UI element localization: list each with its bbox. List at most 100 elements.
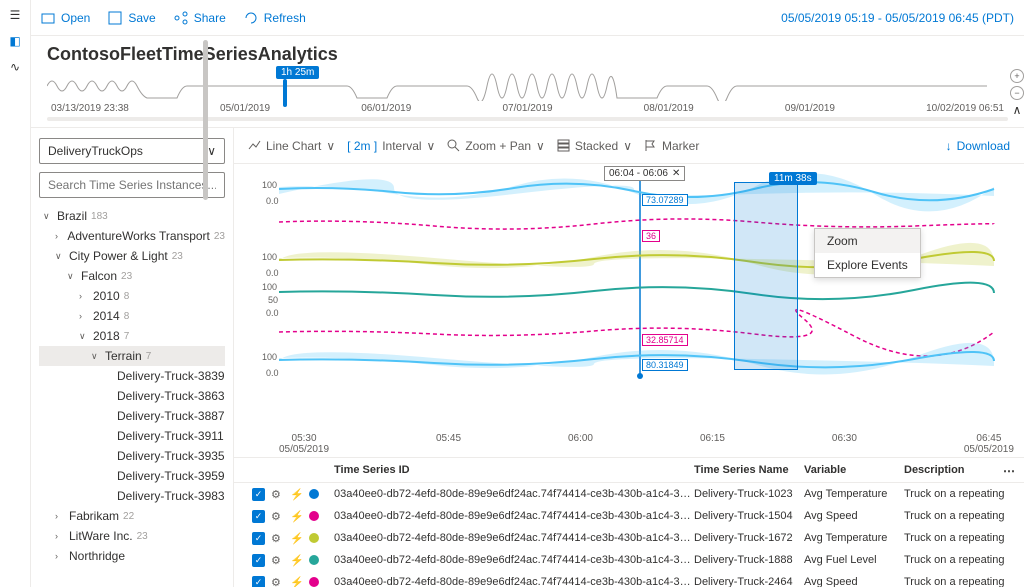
more-icon[interactable]: ⋯ [1003, 464, 1016, 478]
table-row[interactable]: ⚙ ⚡ 03a40ee0-db72-4efd-80de-89e9e6df24ac… [234, 505, 1024, 527]
value-label: 32.85714 [642, 334, 688, 346]
value-label: 80.31849 [642, 359, 688, 371]
tree-item[interactable]: ›Fabrikam22 [39, 506, 225, 526]
stacked-selector[interactable]: Stacked ∨ [557, 139, 632, 153]
folder-icon [41, 11, 55, 25]
value-label: 73.07289 [642, 194, 688, 206]
bolt-icon[interactable]: ⚡ [290, 488, 303, 501]
table-row[interactable]: ⚙ ⚡ 03a40ee0-db72-4efd-80de-89e9e6df24ac… [234, 483, 1024, 505]
download-button[interactable]: ↓ Download [946, 139, 1010, 153]
tree-item[interactable]: ›20108 [39, 286, 225, 306]
bolt-icon[interactable]: ⚡ [290, 576, 303, 587]
row-checkbox[interactable] [252, 554, 265, 567]
timeline-labels: 03/13/2019 23:38 05/01/2019 06/01/2019 0… [47, 103, 1008, 114]
chevron-down-icon: ∨ [536, 139, 545, 153]
value-label: 36 [642, 230, 660, 242]
tree-item[interactable]: ∨Falcon23 [39, 266, 225, 286]
tree-item[interactable]: ∨Terrain7 [39, 346, 225, 366]
tree-item[interactable]: Delivery-Truck-3983 [39, 486, 225, 506]
tree-item[interactable]: ∨20187 [39, 326, 225, 346]
bolt-icon[interactable]: ⚡ [290, 532, 303, 545]
svg-text:100: 100 [262, 352, 277, 362]
col-header-variable[interactable]: Variable [804, 464, 904, 476]
chevron-up-icon[interactable]: ∧ [1010, 103, 1024, 117]
top-toolbar: Open Save Share Refresh 05/05/2019 05:19… [31, 0, 1024, 36]
col-header-name[interactable]: Time Series Name [694, 464, 804, 476]
tree-item[interactable]: Delivery-Truck-3839 [39, 366, 225, 386]
row-checkbox[interactable] [252, 510, 265, 523]
selection-rectangle[interactable] [734, 182, 798, 370]
nav-item-2-icon[interactable]: ∿ [10, 60, 20, 74]
tree-item[interactable]: Delivery-Truck-3863 [39, 386, 225, 406]
save-button[interactable]: Save [108, 11, 155, 25]
sidebar-scrollbar[interactable] [203, 127, 208, 200]
gear-icon[interactable]: ⚙ [271, 554, 284, 567]
table-row[interactable]: ⚙ ⚡ 03a40ee0-db72-4efd-80de-89e9e6df24ac… [234, 571, 1024, 587]
svg-text:100: 100 [262, 282, 277, 292]
table-row[interactable]: ⚙ ⚡ 03a40ee0-db72-4efd-80de-89e9e6df24ac… [234, 549, 1024, 571]
chevron-down-icon: ∨ [427, 139, 436, 153]
series-table: ⋯ Time Series ID Time Series Name Variab… [234, 457, 1024, 587]
save-label: Save [128, 11, 155, 25]
marker-button[interactable]: Marker [644, 139, 699, 153]
zoom-out-icon[interactable]: − [1010, 86, 1024, 100]
interval-selector[interactable]: [ 2m ] Interval ∨ [347, 139, 435, 153]
share-icon [174, 11, 188, 25]
table-row[interactable]: ⚙ ⚡ 03a40ee0-db72-4efd-80de-89e9e6df24ac… [234, 527, 1024, 549]
close-icon[interactable]: ✕ [672, 168, 680, 179]
timeline-marker[interactable] [283, 79, 287, 107]
series-color-dot [309, 555, 319, 565]
timeline-overview[interactable]: 1h 25m 03/13/2019 23:38 05/01/2019 06/01… [31, 69, 1024, 127]
row-checkbox[interactable] [252, 576, 265, 587]
tree-item[interactable]: Delivery-Truck-3911 [39, 426, 225, 446]
zoom-pan-selector[interactable]: Zoom + Pan ∨ [447, 139, 545, 153]
time-range-label: 05/05/2019 05:19 - 05/05/2019 06:45 (PDT… [781, 11, 1014, 25]
chart-context-menu: Zoom Explore Events [814, 228, 921, 278]
tree-item[interactable]: Delivery-Truck-3935 [39, 446, 225, 466]
chart-canvas[interactable]: 06:04 - 06:06 ✕ 11m 38s 1000.0 1000.0 10… [234, 164, 1024, 457]
search-icon [447, 139, 460, 152]
timeline-scrubber[interactable] [47, 117, 1008, 121]
x-axis: 05:3005/05/201905:4506:0006:1506:3006:45… [279, 433, 1014, 455]
tree-item[interactable]: ›AdventureWorks Transport23 [39, 226, 225, 246]
open-label: Open [61, 11, 90, 25]
dropdown-value: DeliveryTruckOps [48, 144, 143, 158]
tree-item[interactable]: ∨Brazil183 [39, 206, 225, 226]
chevron-down-icon: ∨ [623, 139, 632, 153]
zoom-in-icon[interactable]: + [1010, 69, 1024, 83]
tree-item[interactable]: Delivery-Truck-3959 [39, 466, 225, 486]
menu-icon[interactable]: ☰ [10, 8, 21, 22]
svg-text:100: 100 [262, 180, 277, 190]
svg-text:0.0: 0.0 [266, 196, 279, 206]
row-checkbox[interactable] [252, 532, 265, 545]
flag-icon [644, 139, 657, 152]
tree-item[interactable]: ›LitWare Inc.23 [39, 526, 225, 546]
nav-item-1-icon[interactable]: ◧ [9, 34, 20, 48]
svg-text:0.0: 0.0 [266, 308, 279, 318]
tree-item[interactable]: Delivery-Truck-3887 [39, 406, 225, 426]
share-label: Share [194, 11, 226, 25]
context-menu-explore[interactable]: Explore Events [815, 253, 920, 277]
gear-icon[interactable]: ⚙ [271, 532, 284, 545]
time-tooltip: 06:04 - 06:06 ✕ [604, 166, 685, 181]
refresh-button[interactable]: Refresh [244, 11, 306, 25]
chart-type-selector[interactable]: Line Chart ∨ [248, 139, 335, 153]
bolt-icon[interactable]: ⚡ [290, 554, 303, 567]
gear-icon[interactable]: ⚙ [271, 488, 284, 501]
search-input[interactable] [39, 172, 225, 198]
col-header-id[interactable]: Time Series ID [334, 464, 694, 476]
share-button[interactable]: Share [174, 11, 226, 25]
bolt-icon[interactable]: ⚡ [290, 510, 303, 523]
tree-item[interactable]: ›Northridge [39, 546, 225, 566]
context-menu-zoom[interactable]: Zoom [815, 229, 920, 253]
row-checkbox[interactable] [252, 488, 265, 501]
hierarchy-dropdown[interactable]: DeliveryTruckOps ∨ [39, 138, 225, 164]
tree-item[interactable]: ∨City Power & Light23 [39, 246, 225, 266]
stacked-icon [557, 139, 570, 152]
disk-icon [108, 11, 122, 25]
tree-item[interactable]: ›20148 [39, 306, 225, 326]
gear-icon[interactable]: ⚙ [271, 576, 284, 587]
refresh-label: Refresh [264, 11, 306, 25]
open-button[interactable]: Open [41, 11, 90, 25]
gear-icon[interactable]: ⚙ [271, 510, 284, 523]
